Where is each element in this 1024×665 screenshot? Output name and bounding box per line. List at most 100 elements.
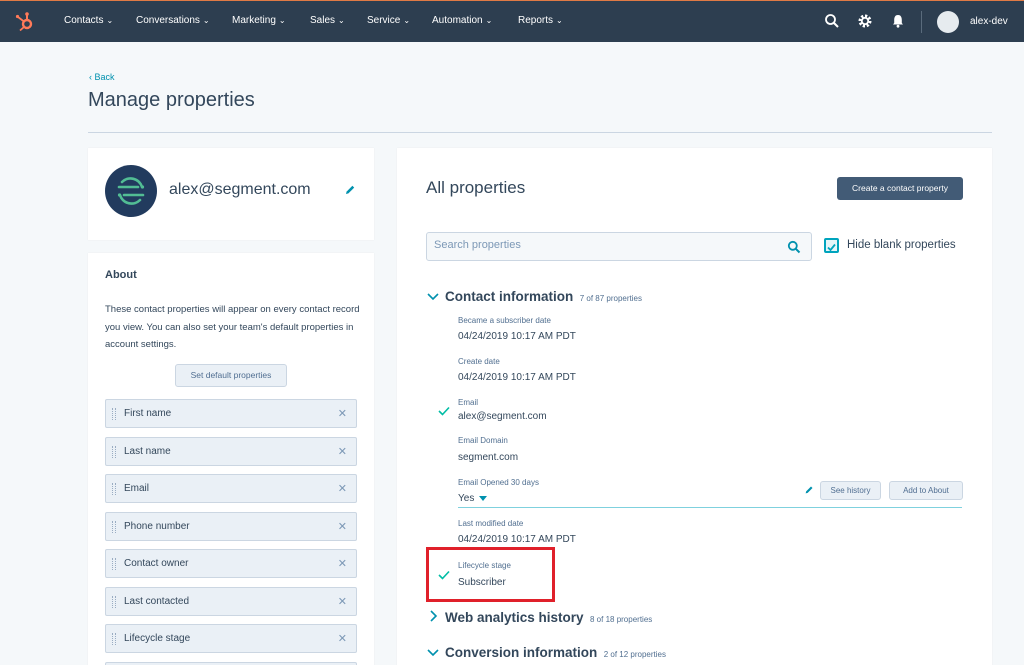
search-properties-input[interactable] xyxy=(434,239,774,251)
close-icon[interactable]: ✕ xyxy=(338,632,347,645)
nav-divider xyxy=(921,11,922,33)
chevron-down-icon: ⌄ xyxy=(202,16,210,25)
nav-service[interactable]: Service ⌄ xyxy=(367,15,410,26)
drag-handle-icon[interactable] xyxy=(112,558,116,570)
close-icon[interactable]: ✕ xyxy=(338,595,347,608)
about-property-label: Email xyxy=(124,483,150,494)
about-property-row[interactable]: Phone number ✕ xyxy=(105,512,357,541)
add-to-about-button[interactable]: Add to About xyxy=(889,481,963,500)
about-property-label: First name xyxy=(124,408,172,419)
about-property-row[interactable]: Email ✕ xyxy=(105,474,357,503)
search-icon[interactable] xyxy=(787,240,801,254)
nav-automation[interactable]: Automation ⌄ xyxy=(432,15,492,26)
nav-service-label: Service xyxy=(367,15,401,26)
gear-icon[interactable] xyxy=(857,13,873,29)
drag-handle-icon[interactable] xyxy=(112,596,116,608)
drag-handle-icon[interactable] xyxy=(112,408,116,420)
about-property-label: Contact owner xyxy=(124,558,189,569)
nav-reports-label: Reports xyxy=(518,15,554,26)
field-underline xyxy=(458,507,962,508)
notification-bell-icon[interactable] xyxy=(890,13,906,29)
nav-conversations[interactable]: Conversations ⌄ xyxy=(136,15,210,26)
drag-handle-icon[interactable] xyxy=(112,446,116,458)
section-web-analytics-history[interactable]: Web analytics history 8 of 18 properties xyxy=(427,609,652,627)
contact-card: alex@segment.com xyxy=(88,148,374,240)
about-property-row[interactable]: Last name ✕ xyxy=(105,437,357,466)
pencil-icon[interactable] xyxy=(344,184,356,196)
about-title: About xyxy=(105,269,137,281)
see-history-button[interactable]: See history xyxy=(820,481,881,500)
drag-handle-icon[interactable] xyxy=(112,521,116,533)
email-opened-dropdown[interactable]: Yes xyxy=(458,493,488,504)
field-label: Create date xyxy=(458,357,500,366)
about-description: These contact properties will appear on … xyxy=(105,304,360,350)
caret-down-icon xyxy=(479,495,488,501)
hubspot-logo-icon[interactable] xyxy=(14,11,36,33)
hide-blank-checkbox[interactable] xyxy=(824,238,839,253)
section-name: Contact information xyxy=(445,289,574,304)
close-icon[interactable]: ✕ xyxy=(338,407,347,420)
section-conversion-information[interactable]: Conversion information 2 of 12 propertie… xyxy=(427,644,666,662)
about-property-label: Lifecycle stage xyxy=(124,633,191,644)
field-label: Email Domain xyxy=(458,436,508,445)
nav-marketing[interactable]: Marketing ⌄ xyxy=(232,15,286,26)
field-value[interactable]: alex@segment.com xyxy=(458,411,547,422)
section-contact-information[interactable]: Contact information 7 of 87 properties xyxy=(427,288,642,306)
drag-handle-icon[interactable] xyxy=(112,483,116,495)
nav-contacts[interactable]: Contacts ⌄ xyxy=(64,15,113,26)
about-property-label: Last contacted xyxy=(124,596,190,607)
field-label: Email Opened 30 days xyxy=(458,478,539,487)
close-icon[interactable]: ✕ xyxy=(338,445,347,458)
about-property-row[interactable]: Lifecycle stage ✕ xyxy=(105,624,357,653)
chevron-down-icon xyxy=(427,293,439,304)
nav-contacts-label: Contacts xyxy=(64,15,104,26)
field-label: Email xyxy=(458,398,479,407)
create-contact-property-button[interactable]: Create a contact property xyxy=(837,177,963,200)
close-icon[interactable]: ✕ xyxy=(338,520,347,533)
chevron-down-icon: ⌄ xyxy=(485,16,493,25)
about-property-row[interactable]: First name ✕ xyxy=(105,399,357,428)
nav-sales[interactable]: Sales ⌄ xyxy=(310,15,345,26)
chevron-down-icon: ⌄ xyxy=(403,16,411,25)
about-property-row[interactable]: Last contacted ✕ xyxy=(105,587,357,616)
user-avatar[interactable] xyxy=(937,11,959,33)
chevron-down-icon: ⌄ xyxy=(278,16,286,25)
field-value[interactable]: 04/24/2019 10:17 AM PDT xyxy=(458,372,576,383)
nav-sales-label: Sales xyxy=(310,15,336,26)
back-link[interactable]: ‹ Back xyxy=(89,72,115,82)
field-value[interactable]: 04/24/2019 10:17 AM PDT xyxy=(458,331,576,342)
chevron-down-icon: ⌄ xyxy=(338,16,345,25)
field-value[interactable]: segment.com xyxy=(458,452,518,463)
field-label: Last modified date xyxy=(458,519,524,528)
chevron-right-icon xyxy=(427,610,439,625)
search-icon[interactable] xyxy=(824,13,840,29)
highlight-annotation-box xyxy=(426,547,555,602)
back-link-label: Back xyxy=(94,72,115,82)
pencil-icon[interactable] xyxy=(804,485,814,495)
close-icon[interactable]: ✕ xyxy=(338,557,347,570)
about-card: About These contact properties will appe… xyxy=(88,253,374,665)
set-default-properties-button[interactable]: Set default properties xyxy=(175,364,287,387)
about-property-label: Phone number xyxy=(124,521,190,532)
nav-automation-label: Automation xyxy=(432,15,483,26)
contact-avatar xyxy=(105,165,157,217)
dropdown-value: Yes xyxy=(458,493,475,504)
field-value[interactable]: 04/24/2019 10:17 AM PDT xyxy=(458,534,576,545)
about-property-row[interactable]: Contact owner ✕ xyxy=(105,549,357,578)
hide-blank-label[interactable]: Hide blank properties xyxy=(847,239,956,251)
about-property-label: Last name xyxy=(124,446,171,457)
section-name: Web analytics history xyxy=(445,610,584,625)
segment-logo-icon xyxy=(117,177,145,205)
nav-marketing-label: Marketing xyxy=(232,15,276,26)
nav-reports[interactable]: Reports ⌄ xyxy=(518,15,563,26)
chevron-down-icon: ⌄ xyxy=(106,16,114,25)
close-icon[interactable]: ✕ xyxy=(338,482,347,495)
account-name[interactable]: alex-dev xyxy=(970,16,1008,27)
chevron-down-icon: ⌄ xyxy=(556,16,563,25)
top-navigation-bar: Contacts ⌄ Conversations ⌄ Marketing ⌄ Sale… xyxy=(0,0,1024,42)
field-label: Became a subscriber date xyxy=(458,316,551,325)
chevron-down-icon xyxy=(427,649,439,660)
page-title: Manage properties xyxy=(88,89,255,111)
all-properties-title: All properties xyxy=(426,178,526,197)
drag-handle-icon[interactable] xyxy=(112,633,116,645)
